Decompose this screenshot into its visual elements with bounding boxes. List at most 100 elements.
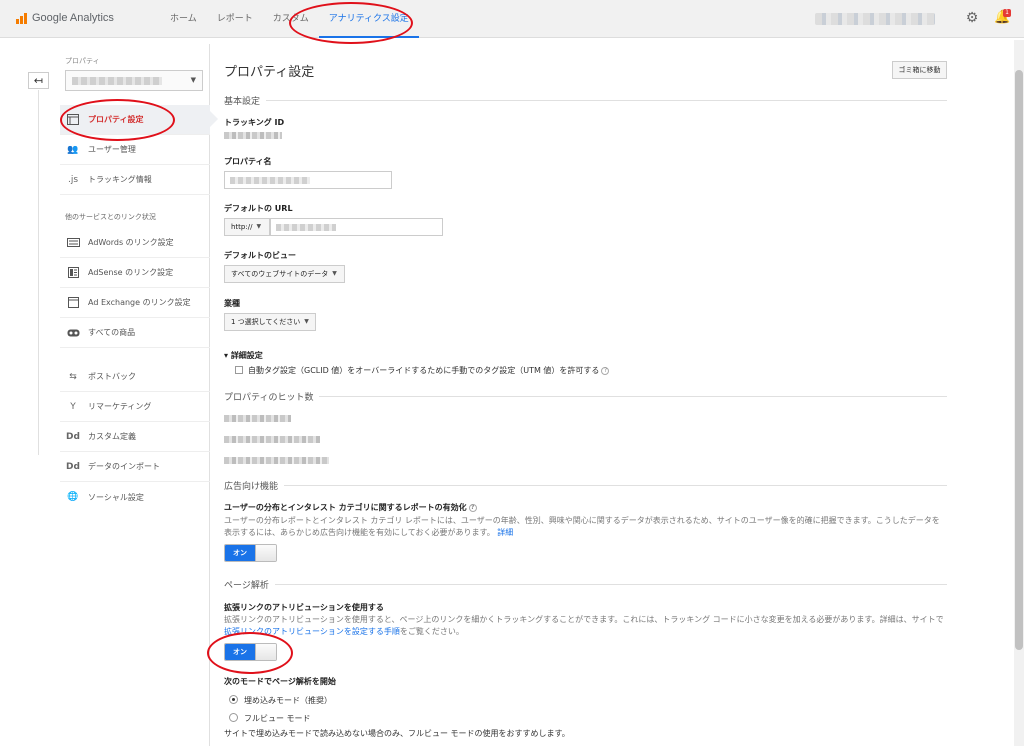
- industry-value: 1 つ選択してください: [231, 318, 301, 326]
- demographics-text: ユーザーの分布とインタレスト カテゴリに関するレポートの有効化: [224, 503, 467, 512]
- property-name-input[interactable]: [224, 171, 392, 189]
- section-heading: 基本設定: [224, 97, 261, 107]
- sidebar-item-postback[interactable]: ⇆ ポストバック: [60, 362, 210, 392]
- js-icon: .js: [67, 174, 79, 185]
- nav-home[interactable]: ホーム: [160, 0, 207, 38]
- default-url-label: デフォルトの URL: [224, 204, 293, 213]
- enhanced-link-description: 拡張リンクのアトリビューションを使用すると、ページ上のリンクを細かくトラッキング…: [224, 614, 944, 638]
- back-arrow-icon[interactable]: ↤: [28, 72, 49, 89]
- section-page-analytics: ページ解析: [224, 578, 947, 591]
- active-item-pointer: [210, 111, 218, 127]
- chevron-down-icon: ▼: [256, 223, 262, 230]
- sidebar-item-label: ユーザー管理: [88, 145, 136, 154]
- default-view-label: デフォルトのビュー: [224, 251, 296, 260]
- default-view-select[interactable]: すべてのウェブサイトのデータ ▼: [224, 265, 345, 283]
- google-analytics-logo[interactable]: Google Analytics: [16, 12, 114, 24]
- chevron-down-icon: ▼: [190, 76, 196, 84]
- sidebar-item-adsense[interactable]: AdSense のリンク設定: [60, 258, 210, 288]
- remarketing-icon: Y: [70, 401, 76, 412]
- protocol-select[interactable]: http://▼: [224, 218, 270, 236]
- sidebar-item-label: AdSense のリンク設定: [88, 268, 174, 277]
- toggle-on-label: オン: [225, 545, 255, 561]
- gear-icon[interactable]: ⚙: [964, 10, 980, 26]
- dd-icon: Dd: [66, 431, 80, 442]
- sidebar-item-social-settings[interactable]: 🌐 ソーシャル設定: [60, 482, 210, 512]
- sidebar-item-adexchange[interactable]: Ad Exchange のリンク設定: [60, 288, 210, 318]
- adsense-icon: [66, 267, 80, 279]
- caret-down-icon: ▾: [224, 351, 231, 360]
- annotation-oval-admin-tab: [289, 2, 413, 44]
- section-heading: プロパティのヒット数: [224, 393, 314, 403]
- fullview-mode-radio[interactable]: [229, 713, 238, 722]
- section-heading: ページ解析: [224, 581, 269, 591]
- hits-row-redacted: [224, 415, 291, 422]
- property-label: プロパティ: [65, 57, 100, 65]
- demographics-description: ユーザーの分布レポートとインタレスト カテゴリ レポートには、ユーザーの年齢、性…: [224, 515, 944, 539]
- sidebar-item-custom-definitions[interactable]: Dd カスタム定義: [60, 422, 210, 452]
- sidebar-item-label: データのインポート: [88, 462, 160, 471]
- nav-reports[interactable]: レポート: [207, 0, 263, 38]
- manual-tagging-checkbox[interactable]: [235, 366, 243, 374]
- enhanced-link-label: 拡張リンクのアトリビューションを使用する: [224, 603, 384, 612]
- embedded-mode-label: 埋め込みモード（推奨）: [244, 696, 332, 705]
- app-name: Google Analytics: [32, 12, 114, 24]
- sidebar-item-remarketing[interactable]: Y リマーケティング: [60, 392, 210, 422]
- page-title: プロパティ設定: [224, 65, 315, 80]
- tracking-id-value-redacted: [224, 132, 282, 139]
- default-url-input[interactable]: [270, 218, 443, 236]
- annotation-oval-property-settings: [60, 99, 175, 141]
- linking-section-label: 他のサービスとのリンク状況: [65, 213, 156, 221]
- globe-icon: 🌐: [67, 492, 79, 502]
- chevron-down-icon: ▼: [332, 270, 337, 277]
- industry-label: 業種: [224, 299, 240, 308]
- property-name-label: プロパティ名: [224, 157, 272, 166]
- notification-badge: 1: [1003, 9, 1011, 17]
- scrollbar-thumb[interactable]: [1015, 70, 1023, 650]
- advanced-settings-label: 詳細設定: [230, 351, 263, 360]
- demographics-label: ユーザーの分布とインタレスト カテゴリに関するレポートの有効化?: [224, 502, 477, 513]
- sidebar-item-label: ソーシャル設定: [88, 492, 144, 502]
- analytics-logo-icon: [16, 12, 28, 24]
- manual-tagging-label: 自動タグ設定（GCLID 値）をオーバーライドするために手動でのタグ設定（UTM…: [248, 365, 610, 376]
- demographics-toggle[interactable]: オン: [224, 544, 277, 562]
- account-selector-redacted[interactable]: [815, 13, 935, 25]
- chevron-down-icon: ▼: [304, 318, 309, 325]
- manual-tagging-text: 自動タグ設定（GCLID 値）をオーバーライドするために手動でのタグ設定（UTM…: [248, 366, 600, 375]
- help-icon[interactable]: ?: [601, 366, 610, 375]
- property-selector[interactable]: ▼: [65, 70, 203, 91]
- fullview-mode-label: フルビュー モード: [244, 714, 311, 723]
- sidebar-item-label: Ad Exchange のリンク設定: [88, 298, 191, 307]
- hits-row-redacted: [224, 436, 320, 443]
- url-redacted: [276, 224, 336, 231]
- sidebar-item-label: リマーケティング: [88, 402, 152, 411]
- sidebar-item-tracking-info[interactable]: .js トラッキング情報: [60, 165, 210, 195]
- advanced-settings-toggle[interactable]: ▾ 詳細設定: [224, 350, 263, 361]
- industry-select[interactable]: 1 つ選択してください ▼: [224, 313, 316, 331]
- mode-note: サイトで埋め込みモードで読み込めない場合のみ、フルビュー モードの使用をおすすめ…: [224, 729, 570, 738]
- sidebar-item-label: AdWords のリンク設定: [88, 238, 174, 247]
- sidebar-item-label: トラッキング情報: [88, 175, 152, 184]
- section-advertising: 広告向け機能: [224, 479, 947, 492]
- property-name-redacted: [72, 77, 162, 85]
- help-icon[interactable]: ?: [468, 503, 477, 512]
- hits-row-redacted: [224, 457, 329, 464]
- sidebar-item-label: ポストバック: [88, 372, 136, 381]
- section-basic-settings: 基本設定: [224, 94, 947, 107]
- sidebar-item-label: すべての商品: [88, 328, 136, 337]
- top-bar: Google Analytics ホーム レポート カスタム アナリティクス設定…: [0, 0, 1024, 38]
- dd-icon: Dd: [66, 461, 80, 472]
- enhanced-link-desc-suffix: をご覧ください。: [399, 627, 464, 636]
- postback-icon: ⇆: [69, 371, 77, 382]
- sidebar-item-data-import[interactable]: Dd データのインポート: [60, 452, 210, 482]
- embedded-mode-radio[interactable]: [229, 695, 238, 704]
- move-to-trash-button[interactable]: ゴミ箱に移動: [892, 61, 947, 79]
- demographics-desc-text: ユーザーの分布レポートとインタレスト カテゴリ レポートには、ユーザーの年齢、性…: [224, 516, 940, 537]
- people-icon: 👥: [67, 144, 79, 155]
- gutter-divider: [38, 90, 39, 455]
- section-heading: 広告向け機能: [224, 482, 279, 492]
- learn-more-link[interactable]: 詳細: [497, 528, 513, 537]
- sidebar-item-all-products[interactable]: すべての商品: [60, 318, 210, 348]
- sidebar-item-adwords[interactable]: AdWords のリンク設定: [60, 228, 210, 258]
- vertical-scrollbar[interactable]: [1014, 40, 1024, 746]
- default-view-value: すべてのウェブサイトのデータ: [231, 270, 329, 278]
